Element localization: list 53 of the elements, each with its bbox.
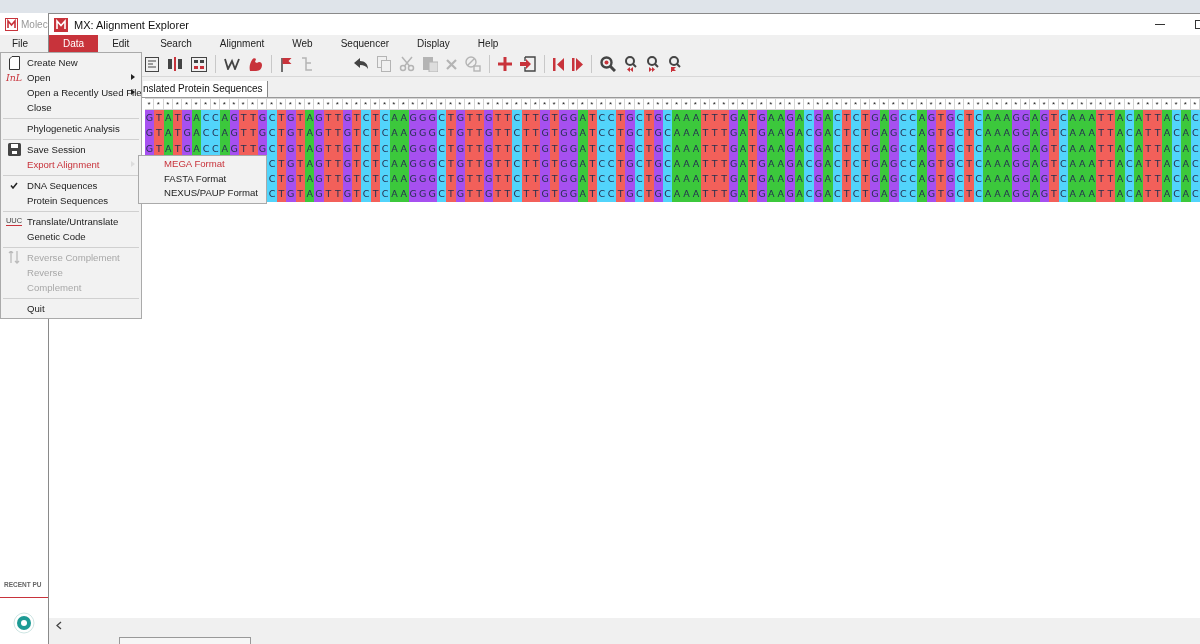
document-icon <box>8 55 20 70</box>
open-icon: InL <box>5 72 23 83</box>
window-title: MX: Alignment Explorer <box>74 18 189 31</box>
tab[interactable]: nslated Protein Sequences <box>143 81 268 97</box>
columns-icon[interactable] <box>167 57 183 71</box>
menu-item[interactable]: Sequencer <box>326 35 404 52</box>
step-right-icon[interactable] <box>572 57 583 71</box>
floppy-icon <box>7 143 21 156</box>
menu-item[interactable]: Genetic Code <box>1 229 141 244</box>
sequence-row: C T G T A G T T G T C T C A A G G G C T G T T G T T C T T G T G G A T C C T G C T G C A A A T T T G A T G A A G A C G A C T C T G A G C C A G T G C T C A A A G G A G T C A A A T T A C A T T A C A C <box>267 186 1200 202</box>
menu-item[interactable]: DNA Sequences <box>1 178 141 193</box>
sequence-row: C T G T A G T T G T C T C A A G G G C T G T T G T T C T T G T G G A T C C T G C T G C A A A T T T G A T G A A G A C G A C T C T G A G C C A G T G C T C A A A G G A G T C A A A T T A C A T T A C A C <box>267 155 1200 172</box>
menu-item[interactable]: Help <box>463 35 513 52</box>
menu-item[interactable]: Create New <box>1 55 141 70</box>
menu-item[interactable]: Save Session <box>1 142 141 157</box>
search-arrows-icon[interactable] <box>646 56 660 72</box>
step-left-icon[interactable] <box>553 57 564 71</box>
search-flag-icon[interactable] <box>668 56 682 72</box>
menu-item[interactable]: Protein Sequences <box>1 193 141 208</box>
sequence-row: C T G T A G T T G T C T C A A G G G C T G T T G T T C T T G T G G A T C C T G C T G C A A A T T T G A T G A A G A C G A C T C T G A G C C A G T G C T C A A A G G A G T C A A A T T A C A T T A C A C <box>267 171 1200 187</box>
sequence-row: G T A T G A C C A G T T G C T G T A G T T G T C T C A A G G G C T G T T G T T C T T G T G G A T C C T G C T G C A A A T T T G A T G A A G A C G A C T C T G A G C C A G T G C T C A A A G G A G T C A A A T T A C A T T A C A C <box>144 110 1200 126</box>
reverse-icon <box>8 251 20 264</box>
menu-item[interactable]: Data <box>49 35 99 52</box>
import-icon[interactable] <box>520 56 536 72</box>
sequence-row: G T A T G A C C A G T T G C T G T A G T T G T C T C A A G G G C T G T T G T T C T T G T G G A T C C T G C T G C A A A T T T G A T G A A G A C G A C T C T G A G C C A G T G C T C A A A G G A G T C A A A T T A C A T T A C A C <box>144 140 1200 156</box>
arm-icon[interactable] <box>248 56 263 72</box>
menu-item[interactable]: InL Open <box>1 70 141 85</box>
menu-item[interactable]: Edit <box>98 35 147 52</box>
zigzag-icon[interactable] <box>224 58 240 70</box>
menu-item[interactable]: Phylogenetic Analysis <box>1 121 141 136</box>
search-arrows-icon[interactable] <box>624 56 638 72</box>
menu-item[interactable]: Close <box>1 100 141 115</box>
menu-item[interactable]: Web <box>278 35 327 52</box>
menu-item[interactable]: Display <box>403 35 464 52</box>
app-title: Molec <box>21 18 48 30</box>
minimize-icon[interactable] <box>1155 23 1165 26</box>
menu-item[interactable]: FASTA Format <box>139 171 266 186</box>
menu-item[interactable]: Alignment <box>205 35 279 52</box>
app-logo-icon <box>54 17 68 32</box>
menu-item[interactable]: Quit <box>1 301 141 316</box>
sequence-row: G T A T G A C C A G T T G C T G T A G T T G T C T C A A G G G C T G T T G T T C T T G T G G A T C C T G C T G C A A A T T T G A T G A A G A C G A C T C T G A G C C A G T G C T C A A A G G A G T C A A A T T A C A T T A C A C <box>144 125 1200 141</box>
scroll-left-icon[interactable] <box>56 620 62 630</box>
app-logo-icon <box>5 17 18 31</box>
menu-item[interactable]: Search <box>146 35 206 52</box>
bases-icon[interactable] <box>191 56 207 72</box>
list-icon[interactable] <box>145 56 159 72</box>
undo-icon[interactable] <box>353 58 369 70</box>
help-icon[interactable] <box>13 612 35 634</box>
flag-icon[interactable] <box>280 56 293 72</box>
plus-icon[interactable] <box>498 57 512 71</box>
menu-item[interactable]: MEGA Format <box>139 157 266 172</box>
menu-item[interactable]: NEXUS/PAUP Format <box>139 186 266 201</box>
search-icon[interactable] <box>600 56 616 72</box>
